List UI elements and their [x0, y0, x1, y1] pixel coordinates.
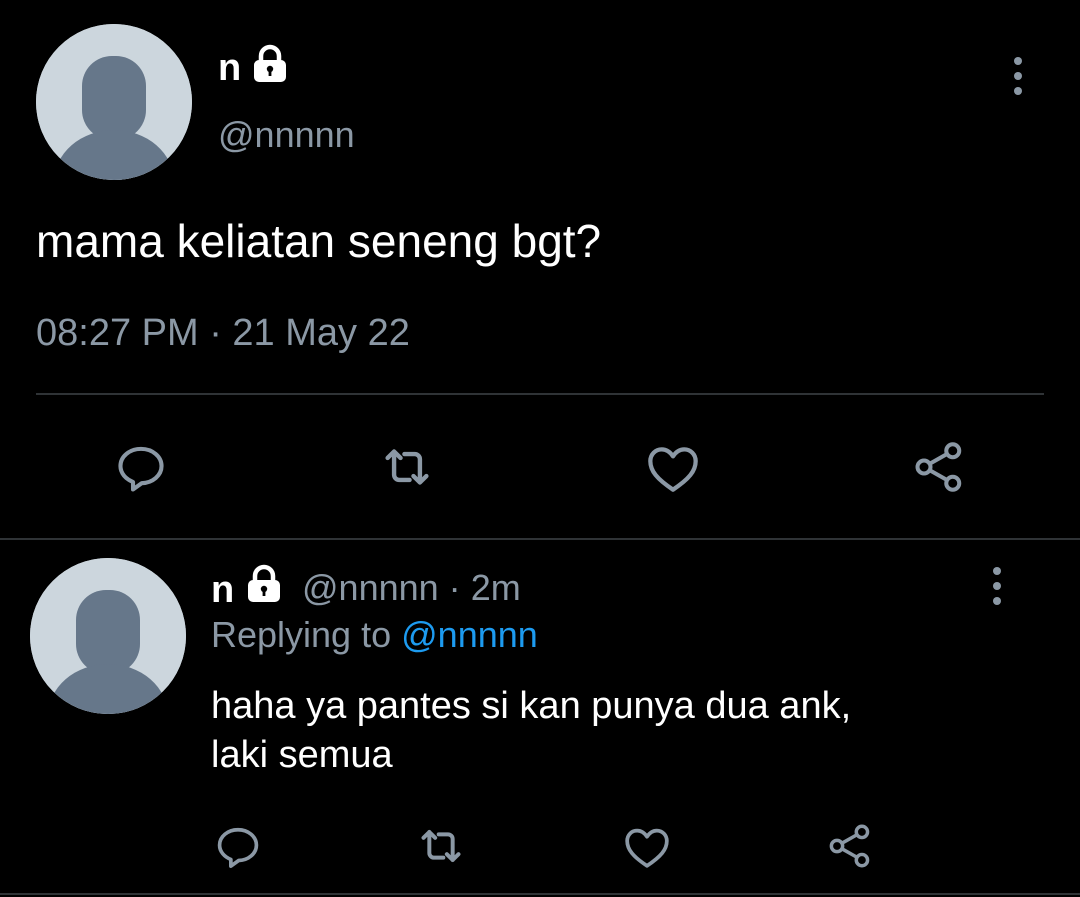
author-handle[interactable]: @nnnnn	[218, 114, 355, 156]
tweet-text: mama keliatan seneng bgt?	[36, 215, 602, 267]
retweet-icon	[421, 830, 461, 862]
tweet-text-line-2: laki semua	[211, 734, 393, 776]
author-name[interactable]: n	[211, 568, 234, 612]
more-vertical-icon[interactable]	[1011, 56, 1025, 96]
share-button[interactable]	[908, 436, 970, 498]
replying-to: Replying to @nnnnn	[211, 614, 538, 656]
share-icon	[829, 824, 870, 868]
tweet-timestamp: 08:27 PM · 21 May 22	[36, 312, 410, 354]
default-avatar-icon	[36, 24, 192, 180]
avatar[interactable]	[36, 24, 192, 180]
heart-icon	[625, 828, 669, 868]
divider	[36, 393, 1044, 395]
default-avatar-icon	[30, 558, 186, 714]
share-icon	[915, 442, 962, 492]
time-ago[interactable]: 2m	[471, 567, 521, 608]
avatar[interactable]	[30, 558, 186, 714]
section-divider	[0, 538, 1080, 540]
like-button[interactable]	[618, 818, 676, 874]
reply-icon	[118, 446, 164, 492]
lock-icon	[254, 44, 286, 82]
replying-handle-link[interactable]: @nnnnn	[401, 614, 538, 655]
retweet-button[interactable]	[412, 818, 470, 874]
more-vertical-icon[interactable]	[990, 566, 1004, 606]
separator: ·	[448, 567, 461, 608]
author-name[interactable]: n	[218, 46, 241, 90]
reply-button[interactable]	[210, 818, 266, 874]
author-handle-row: @nnnnn · 2m	[302, 567, 521, 609]
share-button[interactable]	[822, 818, 878, 874]
author-handle[interactable]: @nnnnn	[302, 567, 439, 608]
like-button[interactable]	[640, 436, 706, 498]
reply-button[interactable]	[110, 436, 172, 498]
replying-prefix: Replying to	[211, 614, 392, 655]
retweet-icon	[385, 449, 429, 485]
bottom-divider	[0, 893, 1080, 895]
reply-icon	[217, 827, 259, 868]
tweet-text-line-1: haha ya pantes si kan punya dua ank,	[211, 685, 852, 727]
lock-icon	[248, 564, 280, 602]
heart-icon	[648, 447, 698, 492]
retweet-button[interactable]	[374, 436, 440, 498]
